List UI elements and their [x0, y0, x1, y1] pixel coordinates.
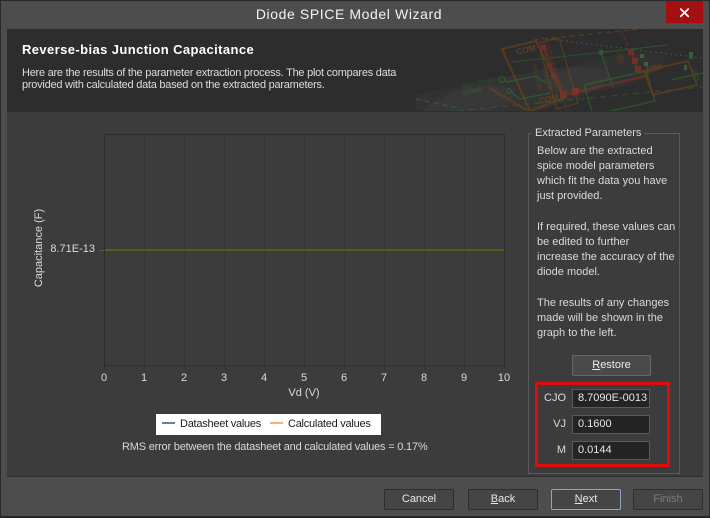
svg-text:R21: R21 [690, 69, 700, 83]
